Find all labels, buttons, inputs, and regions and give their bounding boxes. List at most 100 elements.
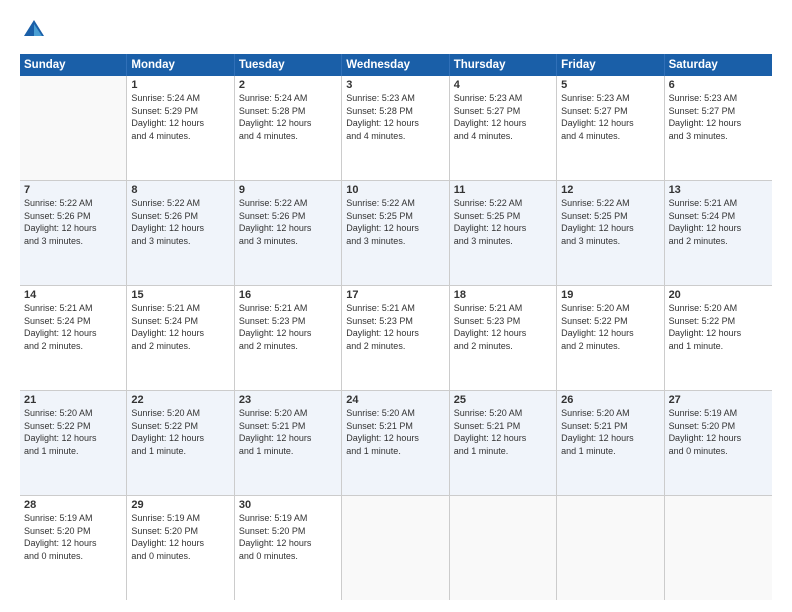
day-number: 10	[346, 184, 444, 196]
calendar-cell: 30Sunrise: 5:19 AM Sunset: 5:20 PM Dayli…	[235, 496, 342, 600]
calendar-cell: 8Sunrise: 5:22 AM Sunset: 5:26 PM Daylig…	[127, 181, 234, 285]
header	[20, 16, 772, 44]
day-info: Sunrise: 5:20 AM Sunset: 5:21 PM Dayligh…	[454, 407, 552, 457]
calendar-cell: 29Sunrise: 5:19 AM Sunset: 5:20 PM Dayli…	[127, 496, 234, 600]
calendar-cell	[20, 76, 127, 180]
day-number: 8	[131, 184, 229, 196]
day-number: 9	[239, 184, 337, 196]
day-info: Sunrise: 5:20 AM Sunset: 5:22 PM Dayligh…	[131, 407, 229, 457]
day-info: Sunrise: 5:21 AM Sunset: 5:23 PM Dayligh…	[239, 302, 337, 352]
day-info: Sunrise: 5:23 AM Sunset: 5:27 PM Dayligh…	[669, 92, 768, 142]
day-number: 2	[239, 79, 337, 91]
calendar-body: 1Sunrise: 5:24 AM Sunset: 5:29 PM Daylig…	[20, 76, 772, 600]
calendar-header-cell: Saturday	[665, 54, 772, 76]
calendar-cell: 22Sunrise: 5:20 AM Sunset: 5:22 PM Dayli…	[127, 391, 234, 495]
calendar-cell: 6Sunrise: 5:23 AM Sunset: 5:27 PM Daylig…	[665, 76, 772, 180]
day-info: Sunrise: 5:22 AM Sunset: 5:25 PM Dayligh…	[454, 197, 552, 247]
day-info: Sunrise: 5:21 AM Sunset: 5:24 PM Dayligh…	[24, 302, 122, 352]
calendar-row: 7 Sunrise: 5:22 AM Sunset: 5:26 PM Daylig…	[20, 181, 772, 286]
day-info: Sunrise: 5:20 AM Sunset: 5:22 PM Dayligh…	[669, 302, 768, 352]
calendar-cell: 11Sunrise: 5:22 AM Sunset: 5:25 PM Dayli…	[450, 181, 557, 285]
calendar-row: 1Sunrise: 5:24 AM Sunset: 5:29 PM Daylig…	[20, 76, 772, 181]
calendar-cell: 18Sunrise: 5:21 AM Sunset: 5:23 PM Dayli…	[450, 286, 557, 390]
calendar-cell: 10Sunrise: 5:22 AM Sunset: 5:25 PM Dayli…	[342, 181, 449, 285]
day-info: Sunrise: 5:19 AM Sunset: 5:20 PM Dayligh…	[669, 407, 768, 457]
day-number: 7	[24, 184, 122, 196]
day-number: 5	[561, 79, 659, 91]
calendar-header-cell: Friday	[557, 54, 664, 76]
logo-icon	[20, 16, 48, 44]
calendar-cell: 21Sunrise: 5:20 AM Sunset: 5:22 PM Dayli…	[20, 391, 127, 495]
day-number: 29	[131, 499, 229, 511]
calendar-cell: 4Sunrise: 5:23 AM Sunset: 5:27 PM Daylig…	[450, 76, 557, 180]
day-info: Sunrise: 5:21 AM Sunset: 5:24 PM Dayligh…	[131, 302, 229, 352]
calendar-cell	[342, 496, 449, 600]
calendar-cell: 27Sunrise: 5:19 AM Sunset: 5:20 PM Dayli…	[665, 391, 772, 495]
day-info: Sunrise: 5:19 AM Sunset: 5:20 PM Dayligh…	[131, 512, 229, 562]
day-number: 23	[239, 394, 337, 406]
day-number: 20	[669, 289, 768, 301]
day-number: 1	[131, 79, 229, 91]
calendar-cell: 16Sunrise: 5:21 AM Sunset: 5:23 PM Dayli…	[235, 286, 342, 390]
day-number: 28	[24, 499, 122, 511]
calendar-cell: 23Sunrise: 5:20 AM Sunset: 5:21 PM Dayli…	[235, 391, 342, 495]
day-number: 30	[239, 499, 337, 511]
day-info: Sunrise: 5:19 AM Sunset: 5:20 PM Dayligh…	[239, 512, 337, 562]
calendar-cell	[665, 496, 772, 600]
calendar-header-cell: Tuesday	[235, 54, 342, 76]
day-info: Sunrise: 5:23 AM Sunset: 5:28 PM Dayligh…	[346, 92, 444, 142]
page: SundayMondayTuesdayWednesdayThursdayFrid…	[0, 0, 792, 612]
day-info: Sunrise: 5:20 AM Sunset: 5:22 PM Dayligh…	[24, 407, 122, 457]
day-number: 25	[454, 394, 552, 406]
calendar-cell: 12Sunrise: 5:22 AM Sunset: 5:25 PM Dayli…	[557, 181, 664, 285]
calendar-row: 14Sunrise: 5:21 AM Sunset: 5:24 PM Dayli…	[20, 286, 772, 391]
calendar-cell: 5Sunrise: 5:23 AM Sunset: 5:27 PM Daylig…	[557, 76, 664, 180]
day-number: 22	[131, 394, 229, 406]
day-info: Sunrise: 5:24 AM Sunset: 5:29 PM Dayligh…	[131, 92, 229, 142]
day-info: Sunrise: 5:24 AM Sunset: 5:28 PM Dayligh…	[239, 92, 337, 142]
calendar-cell: 7Sunrise: 5:22 AM Sunset: 5:26 PM Daylig…	[20, 181, 127, 285]
day-number: 6	[669, 79, 768, 91]
calendar-header-cell: Sunday	[20, 54, 127, 76]
calendar-cell: 3Sunrise: 5:23 AM Sunset: 5:28 PM Daylig…	[342, 76, 449, 180]
calendar-cell: 28Sunrise: 5:19 AM Sunset: 5:20 PM Dayli…	[20, 496, 127, 600]
calendar-cell: 19Sunrise: 5:20 AM Sunset: 5:22 PM Dayli…	[557, 286, 664, 390]
calendar-cell: 26Sunrise: 5:20 AM Sunset: 5:21 PM Dayli…	[557, 391, 664, 495]
day-info: Sunrise: 5:22 AM Sunset: 5:26 PM Dayligh…	[239, 197, 337, 247]
calendar-cell: 9Sunrise: 5:22 AM Sunset: 5:26 PM Daylig…	[235, 181, 342, 285]
calendar-header-cell: Thursday	[450, 54, 557, 76]
calendar-cell	[557, 496, 664, 600]
day-number: 13	[669, 184, 768, 196]
day-info: Sunrise: 5:20 AM Sunset: 5:22 PM Dayligh…	[561, 302, 659, 352]
day-number: 3	[346, 79, 444, 91]
calendar-cell: 2Sunrise: 5:24 AM Sunset: 5:28 PM Daylig…	[235, 76, 342, 180]
day-info: Sunrise: 5:21 AM Sunset: 5:23 PM Dayligh…	[454, 302, 552, 352]
day-info: Sunrise: 5:20 AM Sunset: 5:21 PM Dayligh…	[346, 407, 444, 457]
calendar-cell: 17Sunrise: 5:21 AM Sunset: 5:23 PM Dayli…	[342, 286, 449, 390]
calendar-header: SundayMondayTuesdayWednesdayThursdayFrid…	[20, 54, 772, 76]
calendar-cell: 20Sunrise: 5:20 AM Sunset: 5:22 PM Dayli…	[665, 286, 772, 390]
calendar-header-cell: Wednesday	[342, 54, 449, 76]
calendar: SundayMondayTuesdayWednesdayThursdayFrid…	[20, 54, 772, 600]
day-number: 16	[239, 289, 337, 301]
calendar-cell	[450, 496, 557, 600]
day-number: 4	[454, 79, 552, 91]
calendar-cell: 25Sunrise: 5:20 AM Sunset: 5:21 PM Dayli…	[450, 391, 557, 495]
calendar-row: 28Sunrise: 5:19 AM Sunset: 5:20 PM Dayli…	[20, 496, 772, 600]
day-number: 17	[346, 289, 444, 301]
day-info: Sunrise: 5:21 AM Sunset: 5:23 PM Dayligh…	[346, 302, 444, 352]
day-info: Sunrise: 5:21 AM Sunset: 5:24 PM Dayligh…	[669, 197, 768, 247]
day-info: Sunrise: 5:20 AM Sunset: 5:21 PM Dayligh…	[239, 407, 337, 457]
calendar-row: 21Sunrise: 5:20 AM Sunset: 5:22 PM Dayli…	[20, 391, 772, 496]
day-info: Sunrise: 5:22 AM Sunset: 5:26 PM Dayligh…	[131, 197, 229, 247]
day-number: 18	[454, 289, 552, 301]
day-number: 21	[24, 394, 122, 406]
calendar-cell: 24Sunrise: 5:20 AM Sunset: 5:21 PM Dayli…	[342, 391, 449, 495]
day-info: Sunrise: 5:19 AM Sunset: 5:20 PM Dayligh…	[24, 512, 122, 562]
day-number: 19	[561, 289, 659, 301]
calendar-cell: 13Sunrise: 5:21 AM Sunset: 5:24 PM Dayli…	[665, 181, 772, 285]
calendar-cell: 15Sunrise: 5:21 AM Sunset: 5:24 PM Dayli…	[127, 286, 234, 390]
day-number: 15	[131, 289, 229, 301]
day-number: 12	[561, 184, 659, 196]
day-info: Sunrise: 5:20 AM Sunset: 5:21 PM Dayligh…	[561, 407, 659, 457]
